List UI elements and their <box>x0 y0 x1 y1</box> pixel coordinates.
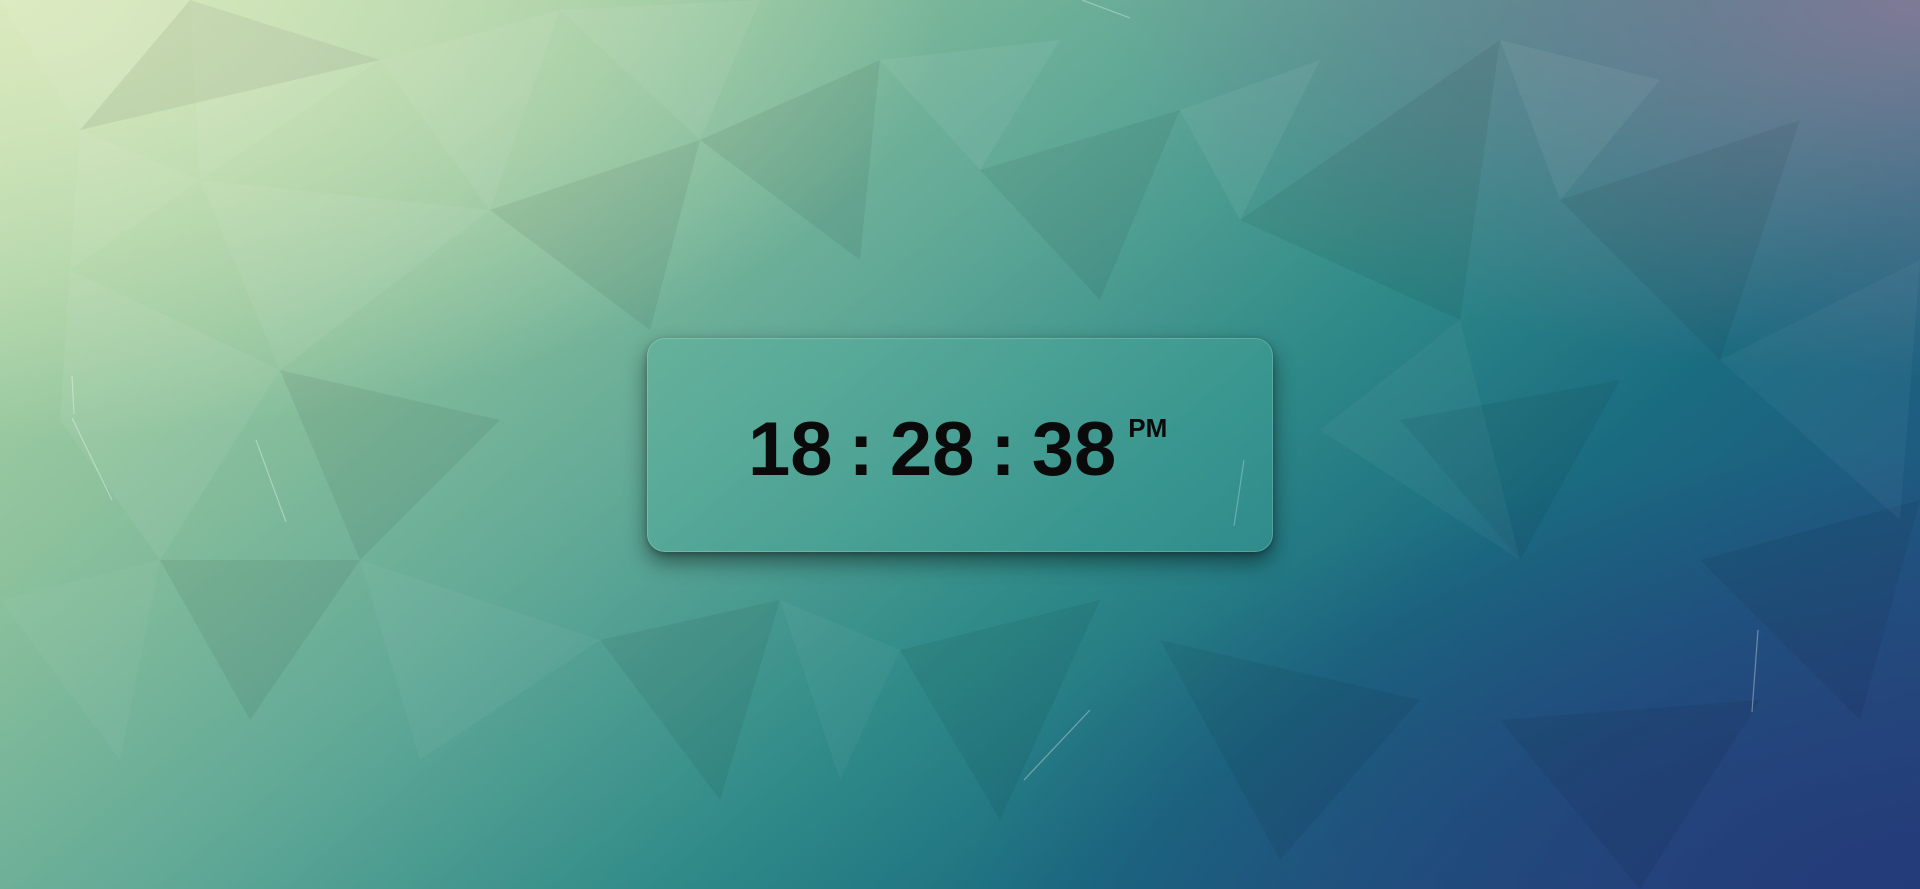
hours-value: 18 <box>748 407 833 492</box>
desktop-background: { "clock": { "hours": "18", "separator_1… <box>0 0 1920 889</box>
am-pm-indicator: PM <box>1128 413 1168 443</box>
time-separator: : <box>990 407 1016 492</box>
clock-widget: 18:28:38 PM <box>647 338 1273 552</box>
time-separator: : <box>848 407 874 492</box>
minutes-value: 28 <box>889 407 975 492</box>
time-display: 18:28:38 PM <box>748 405 1167 495</box>
seconds-value: 38 <box>1031 407 1117 492</box>
